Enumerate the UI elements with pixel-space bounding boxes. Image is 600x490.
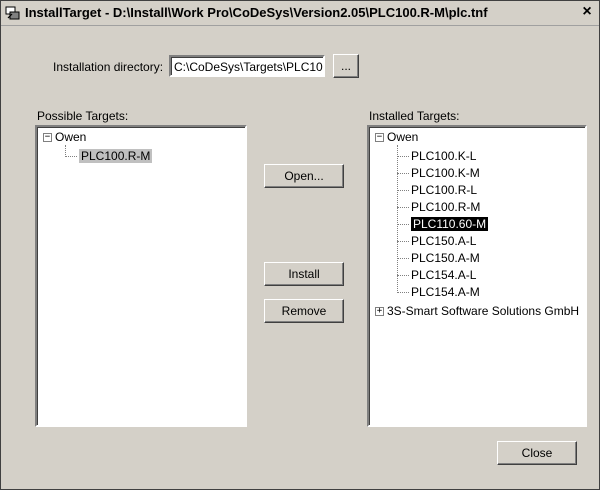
tree-connector [397, 275, 409, 276]
tree-node-target[interactable]: PLC154.A-L [411, 267, 476, 284]
collapse-icon[interactable]: − [43, 133, 52, 142]
installed-targets-label: Installed Targets: [369, 109, 460, 123]
tree-node-owen[interactable]: Owen [387, 129, 418, 146]
tree-node-plc100-r-m[interactable]: PLC100.R-M [79, 148, 153, 165]
tree-node-target[interactable]: PLC100.R-L [411, 182, 477, 199]
tree-node-target[interactable]: PLC100.R-M [411, 199, 480, 216]
tree-node-selected[interactable]: PLC110.60-M [409, 216, 490, 233]
tree-connector [65, 156, 77, 157]
tree-node-target[interactable]: PLC100.K-L [411, 148, 476, 165]
window-title: InstallTarget - D:\Install\Work Pro\CoDe… [25, 5, 488, 20]
close-button[interactable]: Close [497, 441, 577, 465]
tree-connector [397, 258, 409, 259]
possible-targets-tree[interactable]: − Owen PLC100.R-M [35, 125, 247, 427]
install-target-window: InstallTarget - D:\Install\Work Pro\CoDe… [0, 0, 600, 490]
remove-button[interactable]: Remove [264, 299, 344, 323]
tree-connector [397, 207, 409, 208]
open-button[interactable]: Open... [264, 164, 344, 188]
possible-targets-label: Possible Targets: [37, 109, 129, 123]
tree-node-owen[interactable]: Owen [55, 129, 86, 146]
tree-connector [397, 156, 409, 157]
expand-icon[interactable]: + [375, 307, 384, 316]
tree-connector [397, 292, 409, 293]
tree-connector [397, 145, 398, 293]
title-bar[interactable]: InstallTarget - D:\Install\Work Pro\CoDe… [1, 1, 599, 26]
browse-button[interactable]: ... [333, 54, 359, 78]
install-target-icon [5, 6, 20, 20]
collapse-icon[interactable]: − [375, 133, 384, 142]
tree-node-label: PLC100.R-M [79, 149, 153, 163]
install-button[interactable]: Install [264, 262, 344, 286]
tree-connector [397, 190, 409, 191]
tree-node-target[interactable]: PLC150.A-L [411, 233, 476, 250]
installation-directory-label: Installation directory: [53, 60, 164, 74]
tree-node-target[interactable]: PLC150.A-M [411, 250, 480, 267]
installation-directory-input[interactable]: C:\CoDeSys\Targets\PLC10 [169, 55, 325, 77]
installed-targets-tree[interactable]: − Owen PLC100.K-L PLC100.K-M PLC100.R-L … [367, 125, 587, 427]
tree-node-label: PLC110.60-M [409, 216, 490, 232]
tree-connector [397, 241, 409, 242]
tree-node-target[interactable]: PLC100.K-M [411, 165, 480, 182]
tree-node-target[interactable]: PLC154.A-M [411, 284, 480, 301]
tree-node-3s-smart[interactable]: 3S-Smart Software Solutions GmbH [387, 303, 579, 320]
tree-connector [397, 224, 409, 225]
tree-connector [397, 173, 409, 174]
close-icon[interactable]: × [579, 4, 595, 20]
